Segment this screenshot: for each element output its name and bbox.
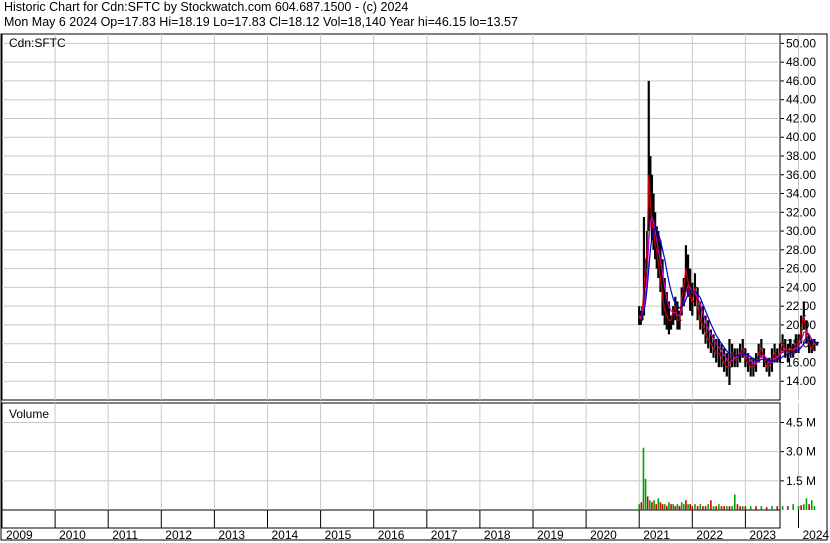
price-tick-label: 34.00 bbox=[786, 187, 816, 201]
year-label: 2017 bbox=[431, 528, 458, 542]
price-tick-label: 44.00 bbox=[786, 93, 816, 107]
year-label: 2011 bbox=[112, 528, 138, 542]
price-tick-label: 26.00 bbox=[786, 262, 816, 276]
price-panel-frame bbox=[1, 33, 781, 401]
year-label: 2023 bbox=[749, 528, 776, 542]
price-tick-label: 46.00 bbox=[786, 74, 816, 88]
symbol-label: Cdn:SFTC bbox=[9, 36, 66, 50]
year-label: 2016 bbox=[378, 528, 405, 542]
year-label: 2012 bbox=[165, 528, 192, 542]
year-label: 2018 bbox=[484, 528, 511, 542]
year-label: 2021 bbox=[643, 528, 670, 542]
price-tick-label: 42.00 bbox=[786, 111, 816, 125]
price-tick-label: 22.00 bbox=[786, 299, 816, 313]
price-tick-label: 28.00 bbox=[786, 243, 816, 257]
price-tick-label: 36.00 bbox=[786, 168, 816, 182]
price-tick-label: 50.00 bbox=[786, 36, 816, 50]
price-tick-label: 14.00 bbox=[786, 374, 816, 388]
price-tick-label: 40.00 bbox=[786, 130, 816, 144]
price-tick-label: 48.00 bbox=[786, 55, 816, 69]
year-label: 2024 bbox=[803, 528, 830, 542]
stock-chart: 14.0016.0018.0020.0022.0024.0026.0028.00… bbox=[0, 33, 830, 542]
price-tick-label: 30.00 bbox=[786, 224, 816, 238]
volume-tick-label: 4.5 M bbox=[786, 415, 816, 429]
year-label: 2013 bbox=[218, 528, 245, 542]
year-label: 2020 bbox=[590, 528, 617, 542]
price-tick-label: 32.00 bbox=[786, 205, 816, 219]
price-tick-label: 24.00 bbox=[786, 280, 816, 294]
year-label: 2010 bbox=[59, 528, 86, 542]
volume-panel-label: Volume bbox=[9, 407, 49, 421]
volume-tick-label: 1.5 M bbox=[786, 474, 816, 488]
year-label: 2009 bbox=[6, 528, 33, 542]
year-label: 2014 bbox=[272, 528, 299, 542]
volume-panel-frame bbox=[1, 402, 781, 511]
volume-tick-label: 3.0 M bbox=[786, 445, 816, 459]
year-label: 2022 bbox=[696, 528, 723, 542]
year-label: 2015 bbox=[325, 528, 352, 542]
year-label: 2019 bbox=[537, 528, 564, 542]
date-axis-frame bbox=[1, 509, 781, 529]
price-tick-label: 38.00 bbox=[786, 149, 816, 163]
